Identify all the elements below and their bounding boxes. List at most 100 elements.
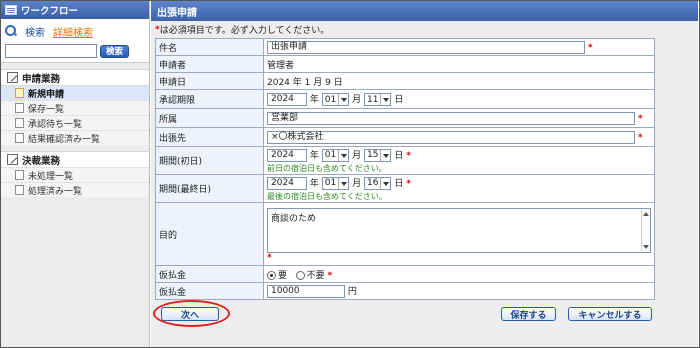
sidebar-item-processed[interactable]: 処理済み一覧	[1, 182, 149, 197]
section-application[interactable]: 申請業務	[1, 69, 149, 85]
year-unit: 年	[309, 95, 319, 105]
start-year-input[interactable]: 2024	[267, 148, 307, 162]
sidebar-search: 検索 詳細検索 検索	[1, 19, 149, 63]
deadline-year-input[interactable]: 2024	[267, 93, 307, 106]
required-mark: *	[587, 42, 593, 53]
chevron-down-icon	[380, 149, 390, 161]
day-unit: 日	[394, 95, 404, 105]
month-unit: 月	[352, 150, 362, 161]
chevron-down-icon	[338, 94, 348, 105]
deadline-month-select[interactable]: 01	[321, 93, 350, 106]
table-row: 期間(初日) 2024 年 01 月 15 日 * 前日の宿泊日も含めてください…	[155, 146, 655, 175]
end-day-select[interactable]: 16	[363, 176, 392, 190]
advance-yes-radio[interactable]	[267, 270, 276, 280]
day-unit: 日	[394, 178, 404, 189]
sidebar-item-label: 承認待ち一覧	[28, 119, 83, 130]
currency-unit: 円	[347, 287, 357, 297]
select-value: 01	[324, 150, 337, 160]
chevron-down-icon	[380, 177, 390, 189]
document-icon	[15, 185, 24, 195]
document-icon	[15, 88, 24, 98]
required-mark: *	[267, 253, 272, 263]
sidebar-search-input[interactable]	[5, 44, 97, 58]
start-month-select[interactable]: 01	[321, 148, 350, 162]
field-label: 承認期限	[155, 89, 264, 109]
sidebar-item-unprocessed[interactable]: 未処理一覧	[1, 167, 149, 182]
field-label: 出張先	[155, 127, 264, 147]
search-icon	[5, 25, 17, 37]
required-mark: *	[406, 178, 411, 189]
sidebar-item-label: 未処理一覧	[28, 171, 74, 182]
save-button[interactable]: 保存する	[501, 307, 556, 321]
sidebar-item-new-application[interactable]: 新規申請	[1, 85, 149, 100]
field-label: 期間(最終日)	[155, 174, 264, 203]
sidebar-header: ワークフロー	[1, 1, 149, 19]
table-row: 出張先 ×〇株式会社 *	[155, 127, 655, 147]
table-row: 仮払金 10000 円	[155, 282, 655, 300]
document-icon	[15, 133, 24, 143]
required-mark: *	[637, 132, 643, 143]
sidebar-item-awaiting-approval[interactable]: 承認待ち一覧	[1, 115, 149, 130]
required-mark: *	[327, 270, 333, 281]
stamp-icon	[7, 154, 18, 165]
deadline-day-select[interactable]: 11	[363, 93, 392, 106]
document-icon	[15, 170, 24, 180]
table-row: 申請者 管理者	[155, 55, 655, 73]
select-value: 01	[324, 94, 337, 105]
sidebar-title: ワークフロー	[21, 6, 79, 17]
field-label: 申請者	[155, 55, 264, 73]
table-row: 目的 商談のため *	[155, 202, 655, 266]
document-icon	[15, 103, 24, 113]
radio-label-no[interactable]: 不要	[307, 271, 325, 281]
destination-input[interactable]: ×〇株式会社	[267, 130, 635, 144]
table-row: 仮払金 要 不要 *	[155, 265, 655, 283]
chevron-down-icon	[338, 177, 348, 189]
advance-amount-input[interactable]: 10000	[267, 285, 345, 298]
document-icon	[15, 118, 24, 128]
department-input[interactable]: 営業部	[267, 111, 635, 125]
application-form-table: 件名 出張申請 * 申請者 管理者 申請日 2024 年 1 月 9 日 承認期…	[155, 38, 655, 300]
required-note-text: は必須項目です。必ず入力してください。	[159, 26, 330, 36]
workflow-icon	[5, 5, 17, 15]
field-label: 件名	[155, 38, 264, 56]
sidebar-item-label: 新規申請	[28, 89, 65, 100]
day-unit: 日	[394, 150, 404, 161]
chevron-down-icon	[380, 94, 390, 105]
field-label: 仮払金	[155, 265, 264, 283]
field-label: 目的	[155, 202, 264, 266]
end-hint: 最後の宿泊日も含めてください。	[267, 191, 387, 201]
month-unit: 月	[352, 178, 362, 189]
sidebar: ワークフロー 検索 詳細検索 検索 申請業務 新規申請 保存一覧 承認待ち一覧 …	[1, 1, 150, 347]
section-approval[interactable]: 決裁業務	[1, 151, 149, 167]
start-hint: 前日の宿泊日も含めてください。	[267, 163, 387, 173]
required-mark: *	[637, 113, 643, 124]
select-value: 11	[366, 94, 379, 105]
field-label: 申請日	[155, 72, 264, 90]
cancel-button[interactable]: キャンセルする	[568, 307, 652, 321]
advanced-search-link[interactable]: 詳細検索	[53, 24, 93, 39]
end-month-select[interactable]: 01	[321, 176, 350, 190]
year-unit: 年	[309, 150, 319, 161]
page-title-text: 出張申請	[157, 7, 197, 19]
sidebar-search-button[interactable]: 検索	[100, 44, 130, 58]
search-link[interactable]: 検索	[25, 24, 45, 39]
table-row: 期間(最終日) 2024 年 01 月 16 日 * 最後の宿泊日も含めてくださ…	[155, 174, 655, 203]
subject-input[interactable]: 出張申請	[267, 40, 585, 54]
required-mark: *	[406, 150, 411, 161]
textarea-scrollbar[interactable]	[641, 210, 649, 251]
start-day-select[interactable]: 15	[363, 148, 392, 162]
apply-date-value: 2024 年 1 月 9 日	[263, 72, 655, 90]
section-label: 申請業務	[22, 73, 61, 85]
sidebar-item-results-confirmed[interactable]: 結果確認済み一覧	[1, 130, 149, 145]
advance-no-radio[interactable]	[295, 270, 305, 280]
purpose-textarea[interactable]: 商談のため	[267, 208, 651, 253]
radio-label-yes[interactable]: 要	[278, 271, 287, 281]
purpose-text: 商談のため	[271, 214, 317, 224]
table-row: 承認期限 2024 年 01 月 11 日	[155, 89, 655, 109]
month-unit: 月	[352, 95, 362, 105]
field-label: 仮払金	[155, 282, 264, 300]
sidebar-item-saved-list[interactable]: 保存一覧	[1, 100, 149, 115]
end-year-input[interactable]: 2024	[267, 176, 307, 190]
chevron-down-icon	[338, 149, 348, 161]
year-unit: 年	[309, 178, 319, 189]
